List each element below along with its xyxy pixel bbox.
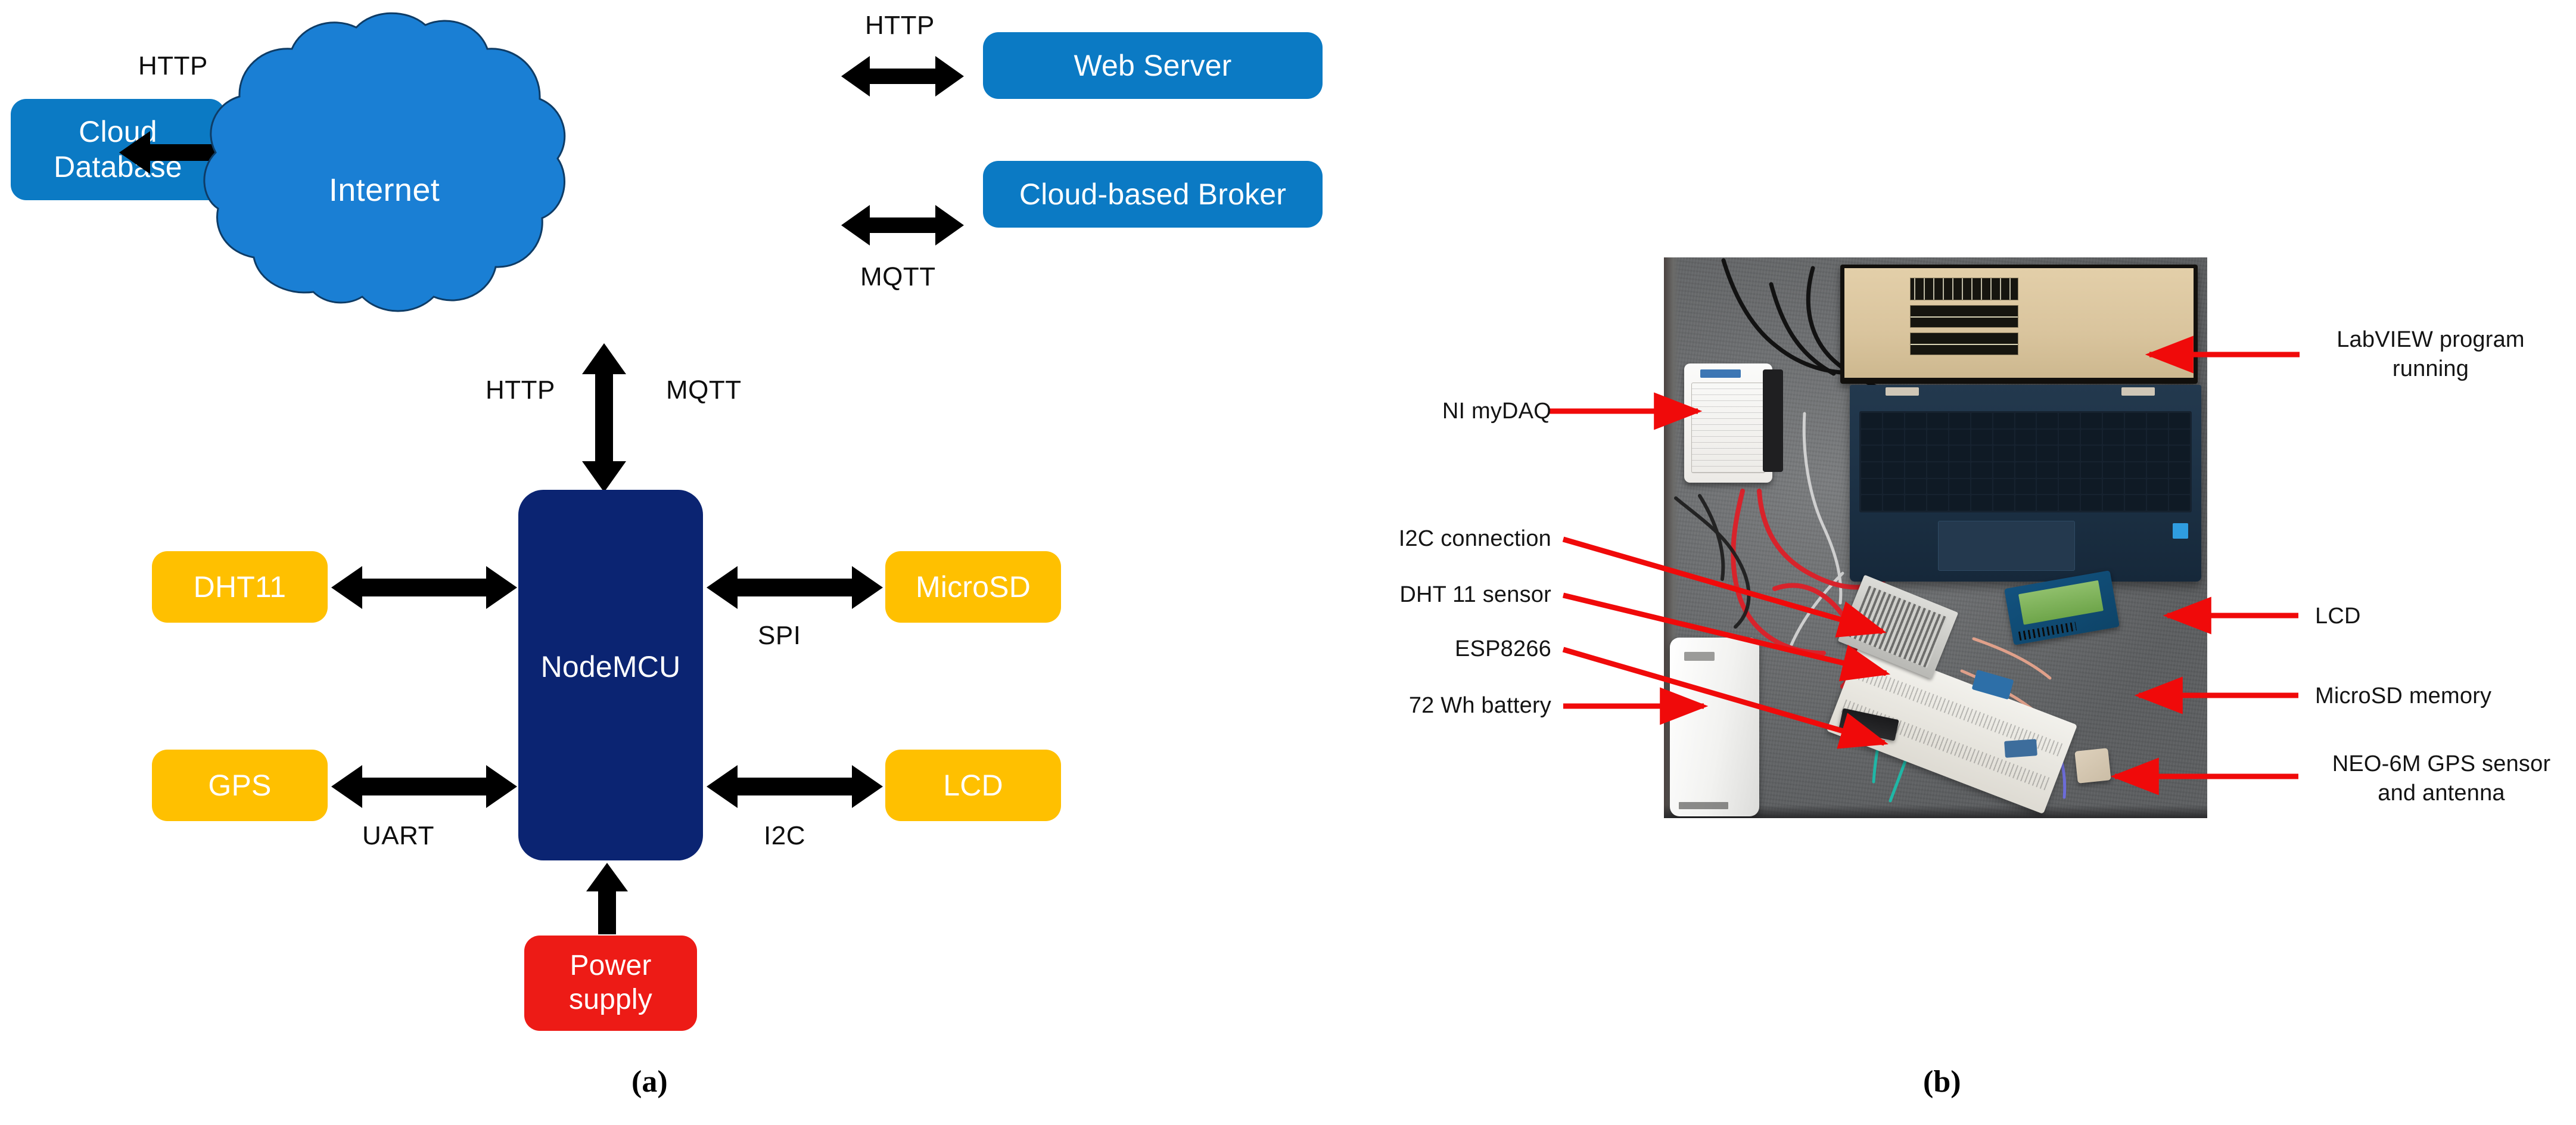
arrow-nodemcu-lcd [707,765,883,808]
node-cloud-broker: Cloud-based Broker [983,161,1323,228]
panel-a-diagram: Cloud Database HTTP Internet HTTP Web Se… [0,0,1323,1125]
node-lcd: LCD [885,750,1061,821]
edge-label-internet-broker: MQTT [860,262,936,291]
arrow-internet-broker [841,205,964,245]
arrow-nodemcu-microsd [707,566,883,609]
annotation-dht11-sensor: DHT 11 sensor [1399,582,1551,607]
panel-a-caption: (a) [631,1065,668,1099]
microsd-label: MicroSD [915,570,1031,604]
annotation-ni-mydaq: NI myDAQ [1442,399,1551,424]
edge-label-uart: UART [362,821,434,850]
edge-label-internet-web: HTTP [865,11,935,40]
node-gps: GPS [152,750,328,821]
dht11-label: DHT11 [193,570,287,604]
annotation-esp8266: ESP8266 [1455,636,1551,661]
node-power-supply: Power supply [524,936,697,1031]
annotation-labview: LabVIEW program running [2337,327,2525,381]
panel-b-caption: (b) [1923,1065,1961,1099]
power-supply-label-line1: Power [570,950,652,982]
edge-label-i2c: I2C [764,821,805,850]
panel-b-photo-figure: NI myDAQ I2C connection DHT 11 sensor ES… [1287,0,2576,1125]
arrow-i2c-connection [1562,536,1887,638]
cloud-broker-label: Cloud-based Broker [1019,177,1287,211]
arrow-internet-webserver [841,56,964,97]
edge-label-down-http: HTTP [486,375,555,405]
node-internet-cloud: Internet [197,12,572,334]
edge-label-down-mqtt: MQTT [666,375,742,405]
node-dht11: DHT11 [152,551,328,623]
node-web-server: Web Server [983,32,1323,99]
annotation-battery: 72 Wh battery [1408,693,1551,718]
annotation-i2c-connection: I2C connection [1398,526,1551,551]
node-microsd: MicroSD [885,551,1061,623]
nodemcu-label: NodeMCU [540,650,681,683]
arrow-gps-nodemcu [331,765,517,808]
power-supply-label-line2: supply [569,984,652,1015]
arrow-internet-nodemcu [582,343,626,492]
node-nodemcu: NodeMCU [518,490,703,860]
annotation-gps-sensor: NEO-6M GPS sensor and antenna [2332,751,2551,806]
annotation-arrows [1550,335,2300,795]
arrow-power-nodemcu [586,863,628,934]
annotation-microsd-memory: MicroSD memory [2315,683,2492,708]
lcd-label: LCD [943,768,1003,802]
gps-label: GPS [208,768,272,802]
annotation-lcd: LCD [2315,604,2361,629]
internet-label: Internet [328,172,440,208]
edge-label-spi: SPI [758,621,801,650]
arrow-dht11-nodemcu [331,566,517,609]
web-server-label: Web Server [1074,48,1232,82]
